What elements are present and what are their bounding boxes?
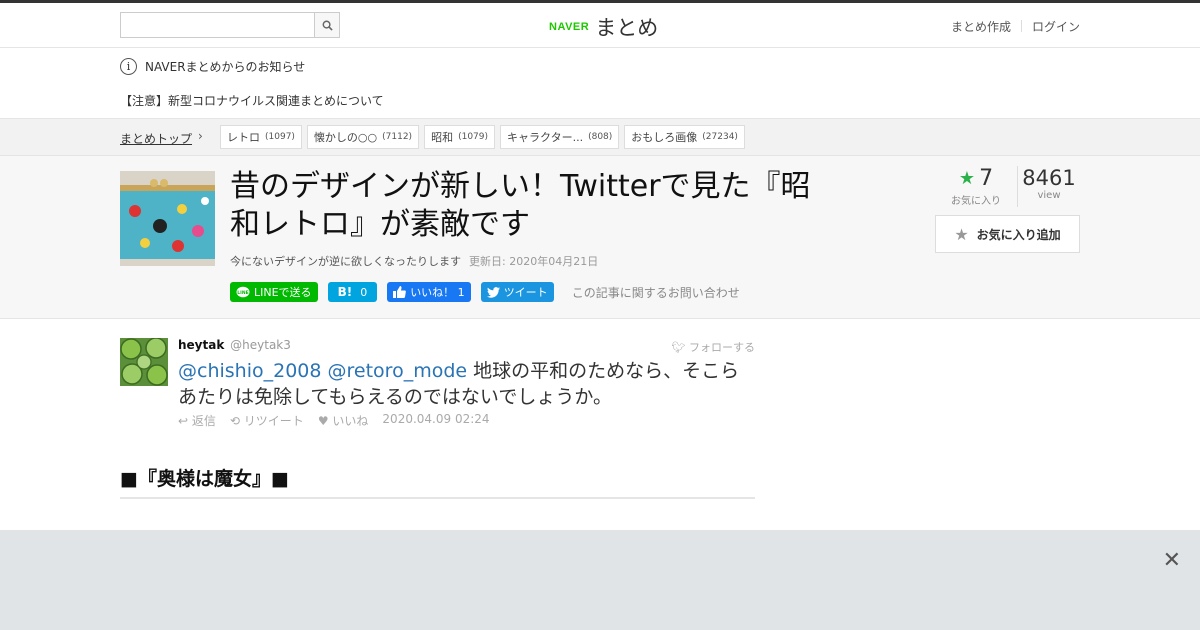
breadcrumb: まとめトップ › レトロ (1097) 懐かしの○○ (7112) 昭和 (1079)… — [0, 118, 1200, 156]
tag-natsukashi[interactable]: 懐かしの○○ (7112) — [306, 125, 420, 149]
section-heading: ■『奥様は魔女』■ — [120, 464, 755, 499]
line-label: LINEで送る — [254, 286, 312, 299]
svg-text:LINE: LINE — [237, 290, 248, 296]
hatena-icon: B! — [337, 285, 353, 299]
tag-count: (1097) — [265, 132, 295, 142]
notice-area: i NAVERまとめからのお知らせ 【注意】新型コロナウイルス関連まとめについて — [0, 48, 1200, 118]
tag-omoshiro[interactable]: おもしろ画像 (27234) — [624, 125, 745, 149]
share-buttons: LINE LINEで送る B! 0 いいね！ 1 ツイート この記事に関するお問… — [230, 282, 740, 302]
close-icon[interactable]: ✕ — [1163, 548, 1181, 573]
site-header: NAVER まとめ まとめ作成 ログイン — [0, 3, 1200, 48]
hatena-bookmark-button[interactable]: B! 0 — [327, 282, 378, 302]
tag-showa[interactable]: 昭和 (1079) — [424, 125, 496, 149]
thumbs-up-icon — [393, 286, 407, 298]
tag-list: レトロ (1097) 懐かしの○○ (7112) 昭和 (1079) キャラクター..… — [220, 125, 745, 149]
tag-character[interactable]: キャラクター... (808) — [500, 125, 620, 149]
heart-icon: ♥ — [317, 414, 329, 428]
tweet-text: @chishio_2008 @retoro_mode 地球の平和のためなら、そこ… — [178, 358, 755, 410]
tag-label: おもしろ画像 — [631, 131, 698, 144]
twitter-bird-icon — [486, 286, 500, 298]
breadcrumb-top-link[interactable]: まとめトップ — [120, 130, 192, 147]
retweet-icon: ⟲ — [229, 414, 240, 428]
retweet-label: リツイート — [243, 414, 304, 428]
tag-label: レトロ — [227, 131, 260, 144]
chevron-right-icon: › — [198, 129, 203, 143]
article-thumbnail[interactable] — [120, 171, 215, 266]
ad-banner: ✕ — [0, 530, 1200, 630]
follow-button[interactable]: 🐦︎ フォローする — [672, 339, 755, 355]
tweet-actions: ↩︎ 返信 ⟲ リツイート ♥ いいね 2020.04.09 02:24 — [178, 412, 490, 429]
add-favorite-button[interactable]: ★ お気に入り追加 — [935, 215, 1080, 253]
search-box — [120, 12, 340, 38]
article-description: 今にないデザインが逆に欲しくなったりします — [230, 255, 461, 268]
like-action[interactable]: ♥ いいね — [318, 412, 369, 429]
search-button[interactable] — [314, 13, 339, 37]
article-title: 昔のデザインが新しい！Twitterで見た『昭和レトロ』が素敵です — [230, 169, 811, 242]
tag-count: (7112) — [382, 132, 413, 142]
retweet-action[interactable]: ⟲ リツイート — [230, 412, 304, 429]
favorites-count: 7 — [979, 166, 994, 191]
line-share-button[interactable]: LINE LINEで送る — [230, 282, 318, 302]
avatar[interactable] — [120, 338, 168, 386]
notice-link[interactable]: 【注意】新型コロナウイルス関連まとめについて — [120, 92, 384, 109]
tweet-timestamp[interactable]: 2020.04.09 02:24 — [382, 412, 489, 429]
notice-title: NAVERまとめからのお知らせ — [145, 60, 306, 74]
tag-count: (808) — [588, 132, 613, 142]
tag-retro[interactable]: レトロ (1097) — [220, 125, 302, 149]
facebook-like-button[interactable]: いいね！ 1 — [387, 282, 471, 302]
info-icon: i — [120, 58, 137, 75]
tweet-label: ツイート — [503, 286, 548, 299]
tweet-button[interactable]: ツイート — [480, 282, 554, 302]
twitter-bird-icon: 🐦︎ — [671, 341, 686, 354]
reply-icon: ↩︎ — [178, 414, 189, 428]
reply-label: 返信 — [191, 414, 216, 428]
star-icon: ★ — [958, 168, 976, 189]
notice-header: i NAVERまとめからのお知らせ — [120, 58, 305, 75]
favorites-stat: ★ 7 お気に入り — [935, 166, 1018, 207]
views-count: 8461 — [1022, 166, 1076, 190]
cucumber-slices-image — [120, 338, 168, 386]
mention-link[interactable]: @retoro_mode — [328, 360, 468, 382]
updated-date: 更新日: 2020年04月21日 — [469, 255, 599, 268]
author-name[interactable]: heytak — [178, 338, 224, 352]
favorites-label: お気に入り — [951, 196, 1001, 207]
views-label: view — [1037, 190, 1061, 201]
contact-link[interactable]: この記事に関するお問い合わせ — [572, 284, 740, 301]
article-meta: 今にないデザインが逆に欲しくなったりします 更新日: 2020年04月21日 — [230, 253, 598, 269]
reply-action[interactable]: ↩︎ 返信 — [178, 412, 216, 429]
like-label: いいね — [332, 414, 369, 428]
fb-like-label: いいね！ 1 — [410, 286, 465, 299]
follow-label: フォローする — [689, 341, 755, 354]
create-matome-link[interactable]: まとめ作成 — [941, 18, 1021, 35]
mention-link[interactable]: @chishio_2008 — [178, 360, 321, 382]
login-link[interactable]: ログイン — [1022, 18, 1080, 35]
logo-naver: NAVER — [549, 21, 590, 33]
author-handle[interactable]: @heytak3 — [230, 338, 291, 352]
tag-label: 懐かしの○○ — [313, 131, 378, 144]
article-header: 昔のデザインが新しい！Twitterで見た『昭和レトロ』が素敵です 今にないデザ… — [0, 156, 1200, 319]
views-stat: 8461 view — [1018, 166, 1080, 207]
add-favorite-label: お気に入り追加 — [976, 227, 1061, 242]
article-stats: ★ 7 お気に入り 8461 view — [935, 166, 1080, 207]
search-input[interactable] — [121, 13, 315, 37]
tag-count: (27234) — [702, 132, 738, 142]
site-logo[interactable]: NAVER まとめ — [549, 12, 658, 42]
tag-label: 昭和 — [431, 131, 454, 144]
hatena-count: 0 — [360, 285, 368, 299]
pouch-image — [120, 171, 215, 266]
search-icon — [322, 20, 333, 31]
star-outline-icon: ★ — [954, 224, 969, 244]
tag-count: (1079) — [458, 132, 489, 142]
tweet-author: heytak @heytak3 — [178, 338, 291, 352]
line-icon: LINE — [236, 286, 250, 297]
logo-matome: まとめ — [595, 16, 659, 40]
tag-label: キャラクター... — [507, 131, 584, 144]
header-links: まとめ作成 ログイン — [941, 18, 1080, 35]
